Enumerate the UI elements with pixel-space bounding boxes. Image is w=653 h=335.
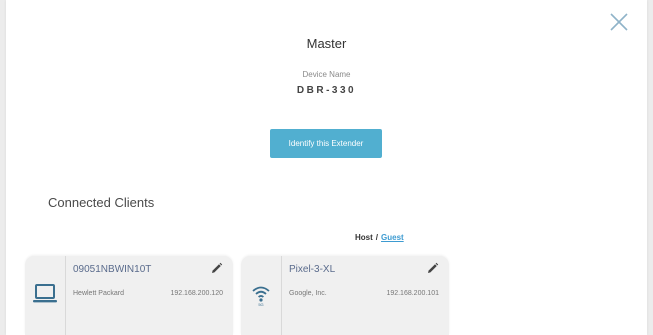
client-icon-column <box>25 256 66 335</box>
client-vendor: Hewlett Packard <box>73 290 124 297</box>
client-name: 09051NBWIN10T <box>73 264 152 275</box>
edit-pencil-icon[interactable] <box>210 262 223 275</box>
device-name-value: DBR-330 <box>296 85 357 96</box>
edit-pencil-icon[interactable] <box>426 262 439 275</box>
guest-filter-link[interactable]: Guest <box>381 233 404 242</box>
client-ip-address: 192.168.200.120 <box>170 290 223 297</box>
svg-text:5G: 5G <box>258 302 263 307</box>
filter-separator: / <box>375 233 379 242</box>
client-vendor: Google, Inc. <box>289 290 327 297</box>
identify-extender-button[interactable]: Identify this Extender <box>270 129 382 158</box>
connected-clients-heading: Connected Clients <box>48 195 155 210</box>
client-icon-column: 5G <box>241 256 282 335</box>
close-button[interactable] <box>607 10 631 34</box>
device-name-label: Device Name <box>302 70 351 79</box>
client-ip-address: 192.168.200.101 <box>386 290 439 297</box>
wifi-icon: 5G <box>252 286 270 307</box>
network-filter: Host / Guest <box>355 233 404 242</box>
device-role-title: Master <box>306 36 347 51</box>
client-card[interactable]: 5G Pixel-3-XL Google, Inc. 192.168.200.1… <box>241 256 449 335</box>
client-card[interactable]: 09051NBWIN10T Hewlett Packard 192.168.20… <box>25 256 233 335</box>
client-name: Pixel-3-XL <box>289 264 336 275</box>
host-filter-link[interactable]: Host <box>355 233 373 242</box>
laptop-icon <box>33 284 57 303</box>
close-icon <box>610 13 628 31</box>
